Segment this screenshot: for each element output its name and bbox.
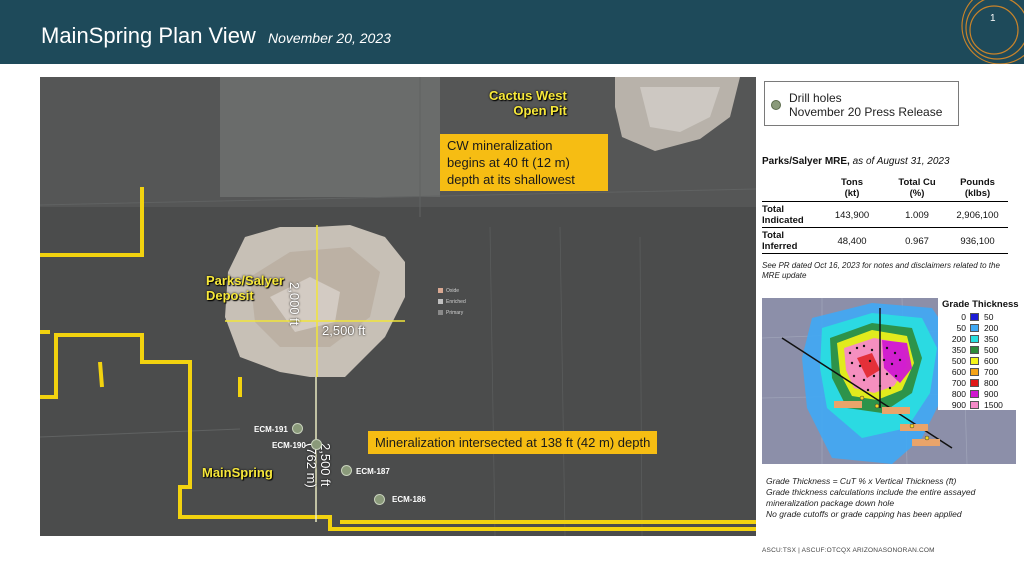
- cu-cell: 1.009: [905, 210, 929, 221]
- drill-hole-marker[interactable]: [374, 494, 385, 505]
- title-text: MainSpring Plan View: [41, 23, 256, 48]
- drill-hole-legend-icon: [771, 100, 781, 110]
- pounds-cell: 936,100: [960, 236, 995, 247]
- column-header: Tons (kt): [841, 177, 863, 199]
- cactus-west-label: Cactus West Open Pit: [489, 88, 567, 118]
- grade-thickness-legend: Grade Thickness 0 50 50 200 200 350 350 500 …: [938, 298, 1019, 410]
- plan-view-map: Cactus West Open Pit Parks/Salyer Deposi…: [40, 77, 756, 536]
- logo-rings-icon: [961, 0, 1024, 64]
- drill-hole-label: ECM-190: [272, 441, 306, 450]
- header-bar: MainSpring Plan View November 20, 2023 1: [0, 0, 1024, 64]
- grade-thickness-legend-title: Grade Thickness: [942, 299, 1019, 310]
- column-header: Pounds (klbs): [960, 177, 995, 199]
- cu-cell: 0.967: [905, 236, 929, 247]
- vertical-dimension-label: 2,000 ft: [287, 282, 302, 326]
- cw-mineralization-callout: CW mineralization begins at 40 ft (12 m)…: [440, 134, 608, 191]
- legend-row: 50 200: [956, 323, 999, 333]
- legend-row: 900 1500: [951, 400, 1003, 410]
- grade-thickness-note: Grade Thickness = CuT % x Vertical Thick…: [766, 476, 976, 519]
- drill-hole-legend-text: Drill holes November 20 Press Release: [789, 91, 943, 119]
- pounds-cell: 2,906,100: [956, 210, 999, 221]
- mainspring-label: MainSpring: [202, 465, 273, 480]
- legend-row: 700 800: [951, 378, 999, 388]
- column-header: Total Cu (%): [898, 177, 936, 199]
- horizontal-dimension-label: 2,500 ft: [322, 323, 366, 338]
- legend-row: 350 500: [951, 345, 999, 355]
- title-date: November 20, 2023: [267, 30, 391, 46]
- legend-row: 600 700: [951, 367, 999, 377]
- table-row: Total Inferred 48,400 0.967 936,100: [762, 228, 1008, 254]
- deposit-mini-legend-enriched: Enriched: [438, 299, 466, 305]
- tons-cell: 48,400: [837, 236, 867, 247]
- footer-text: ASCU:TSX | ASCUF:OTCQX ARIZONASONORAN.CO…: [762, 547, 935, 554]
- drill-hole-marker[interactable]: [341, 465, 352, 476]
- drill-hole-marker[interactable]: [292, 423, 303, 434]
- tons-cell: 143,900: [834, 210, 870, 221]
- drill-hole-label: ECM-187: [356, 467, 390, 476]
- row-label: Total Inferred: [762, 230, 798, 252]
- deposit-mini-legend-primary: Primary: [438, 310, 463, 316]
- drill-hole-label: ECM-186: [392, 495, 426, 504]
- map-graphics: [40, 77, 756, 536]
- legend-row: 200 350: [951, 334, 999, 344]
- legend-row: 800 900: [951, 389, 999, 399]
- row-label: Total Indicated: [762, 204, 804, 226]
- slide-title: MainSpring Plan View November 20, 2023: [41, 23, 391, 49]
- drill-hole-marker[interactable]: [311, 439, 322, 450]
- mre-title: Parks/Salyer MRE, as of August 31, 2023: [762, 156, 950, 167]
- deposit-mini-legend-oxide: Oxide: [438, 288, 459, 294]
- mre-note: See PR dated Oct 16, 2023 for notes and …: [762, 261, 1000, 280]
- parks-salyer-label: Parks/Salyer Deposit: [206, 273, 285, 303]
- drill-hole-legend: Drill holes November 20 Press Release: [764, 81, 959, 126]
- legend-row: 500 600: [951, 356, 999, 366]
- table-row: Total Indicated 143,900 1.009 2,906,100: [762, 202, 1008, 228]
- mre-table-header: Tons (kt) Total Cu (%) Pounds (klbs): [762, 177, 1008, 202]
- mre-table: Tons (kt) Total Cu (%) Pounds (klbs) Tot…: [762, 177, 1008, 254]
- legend-row: 0 50: [961, 312, 994, 322]
- mineralization-intersected-callout: Mineralization intersected at 138 ft (42…: [368, 431, 658, 454]
- drill-hole-label: ECM-191: [254, 425, 288, 434]
